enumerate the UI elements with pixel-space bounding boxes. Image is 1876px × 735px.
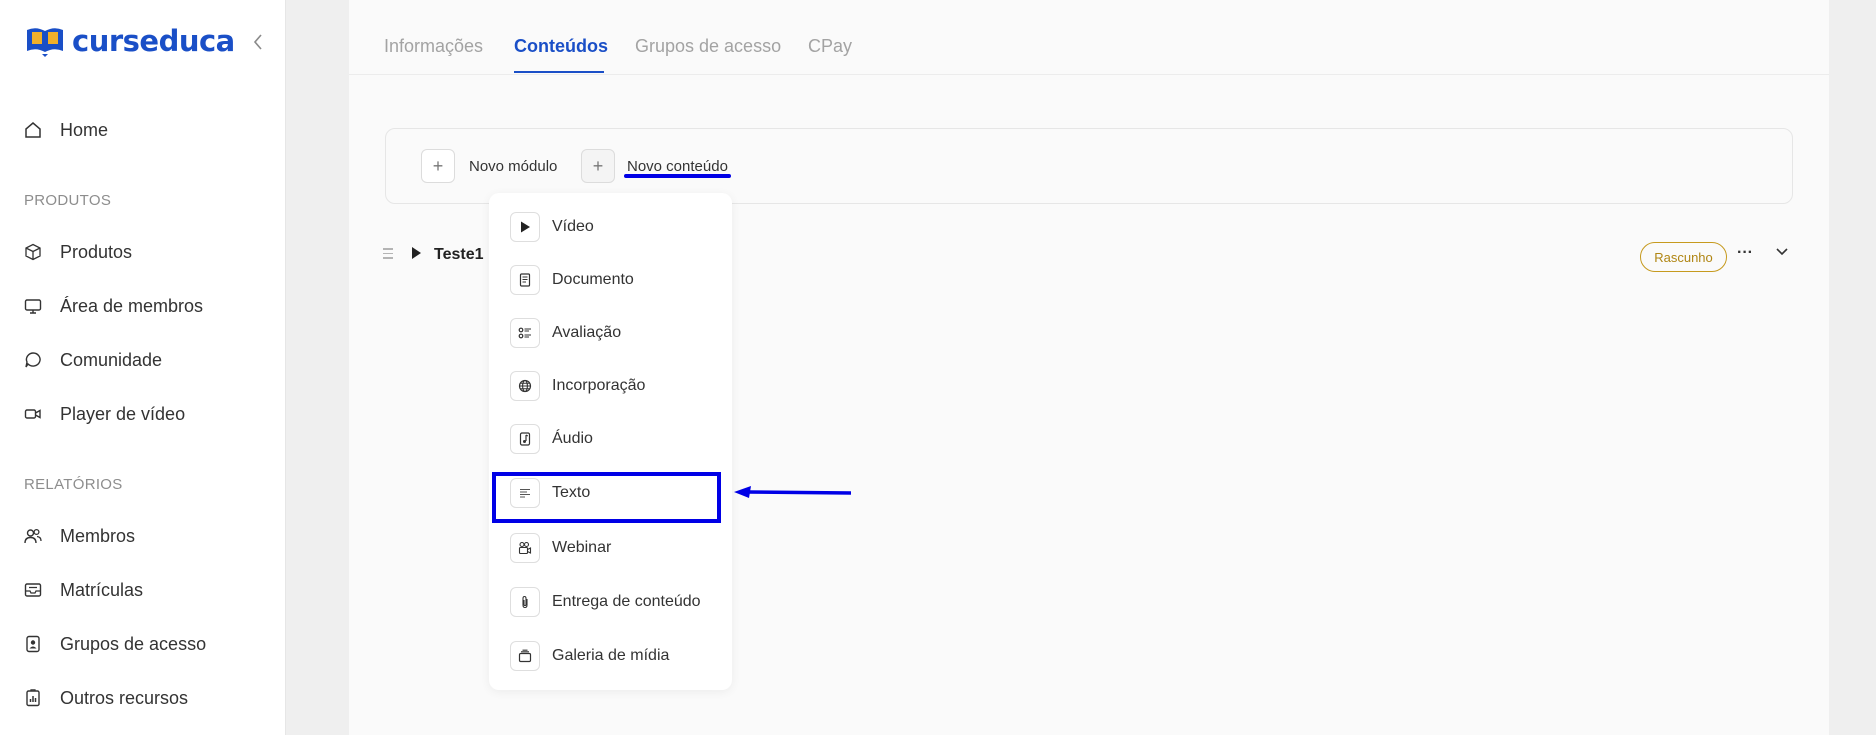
gallery-icon [510, 641, 540, 671]
tab-cpay[interactable]: CPay [808, 36, 852, 57]
sidebar-item-comunidade[interactable]: Comunidade [24, 345, 162, 375]
monitor-icon [24, 299, 42, 314]
active-tab-indicator [514, 71, 604, 73]
sidebar-item-label: Produtos [60, 241, 133, 262]
sidebar-item-membros[interactable]: Membros [24, 521, 135, 551]
webinar-camera-icon [510, 533, 540, 563]
menu-item-documento[interactable]: Documento [510, 263, 715, 297]
menu-item-label: Webinar [552, 539, 612, 556]
sidebar-item-label: Área de membros [60, 295, 204, 316]
play-icon [510, 212, 540, 242]
inbox-icon [24, 583, 42, 597]
sidebar-item-label: Comunidade [60, 349, 163, 370]
annotation-underline [624, 174, 731, 178]
sidebar-item-matriculas[interactable]: Matrículas [24, 575, 143, 605]
checklist-icon [510, 318, 540, 348]
annotation-arrow-icon [734, 486, 852, 498]
chevron-left-icon [253, 34, 262, 50]
open-book-icon [27, 28, 63, 57]
caret-right-icon[interactable] [410, 246, 422, 260]
menu-item-label: Avaliação [552, 324, 622, 341]
tab-informacoes[interactable]: Informações [384, 36, 483, 57]
sidebar-item-player-de-video[interactable]: Player de vídeo [24, 399, 185, 429]
sidebar-item-label: Outros recursos [60, 687, 189, 708]
menu-item-label: Texto [552, 484, 591, 501]
new-content-plus-button[interactable]: + [581, 149, 615, 183]
sidebar-item-home[interactable]: Home [24, 115, 108, 145]
tab-bar: Informações Conteúdos Grupos de acesso C… [349, 0, 1829, 75]
chevron-down-icon[interactable] [1775, 246, 1789, 258]
menu-item-label: Documento [552, 271, 634, 288]
chat-icon [25, 352, 41, 368]
sidebar-item-label: Matrículas [60, 579, 144, 600]
sidebar-item-outros-recursos[interactable]: Outros recursos [24, 683, 188, 713]
sidebar-item-produtos[interactable]: Produtos [24, 237, 132, 267]
menu-item-label: Incorporação [552, 377, 646, 394]
tab-grupos-de-acesso[interactable]: Grupos de acesso [635, 36, 781, 57]
collapse-sidebar-button[interactable] [248, 30, 268, 54]
section-label-relatorios: RELATÓRIOS [24, 476, 123, 493]
menu-item-avaliacao[interactable]: Avaliação [510, 316, 715, 350]
box-icon [25, 243, 41, 261]
document-icon [510, 265, 540, 295]
new-content-dropdown: Vídeo Documento Avaliação Incorporação Á… [489, 193, 732, 690]
menu-item-label: Galeria de mídia [552, 647, 670, 664]
menu-item-label: Entrega de conteúdo [552, 593, 701, 610]
status-badge: Rascunho [1640, 242, 1727, 272]
menu-item-webinar[interactable]: Webinar [510, 531, 715, 565]
menu-item-video[interactable]: Vídeo [510, 210, 715, 244]
sidebar-item-area-de-membros[interactable]: Área de membros [24, 291, 203, 321]
sidebar-item-label: Home [60, 119, 109, 140]
globe-icon [510, 371, 540, 401]
menu-item-texto[interactable]: Texto [510, 476, 715, 510]
tab-conteudos[interactable]: Conteúdos [514, 36, 608, 57]
menu-item-galeria-de-midia[interactable]: Galeria de mídia [510, 639, 715, 673]
menu-item-label: Áudio [552, 430, 593, 447]
users-icon [24, 528, 42, 544]
drag-handle-icon[interactable] [383, 248, 393, 260]
text-lines-icon [510, 478, 540, 508]
music-note-icon [510, 424, 540, 454]
sidebar-item-label: Grupos de acesso [60, 633, 207, 654]
more-options-button[interactable]: ··· [1737, 244, 1753, 262]
section-label-produtos: PRODUTOS [24, 192, 112, 209]
badge-icon [26, 635, 40, 653]
menu-item-entrega-de-conteudo[interactable]: Entrega de conteúdo [510, 585, 715, 619]
sidebar-item-label: Player de vídeo [60, 403, 186, 424]
menu-item-incorporacao[interactable]: Incorporação [510, 369, 715, 403]
video-camera-icon [24, 409, 41, 419]
menu-item-label: Vídeo [552, 218, 594, 235]
menu-item-audio[interactable]: Áudio [510, 422, 715, 456]
new-content-button[interactable]: Novo conteúdo [627, 158, 728, 175]
brand-logo[interactable]: curseduca [24, 24, 235, 58]
new-module-plus-button[interactable]: + [421, 149, 455, 183]
module-title: Teste1 [434, 246, 484, 263]
brand-name: curseduca [72, 24, 235, 58]
new-module-button[interactable]: Novo módulo [469, 158, 557, 175]
paperclip-icon [510, 587, 540, 617]
home-icon [25, 122, 41, 138]
sidebar-item-label: Membros [60, 525, 136, 546]
sidebar-item-grupos-de-acesso[interactable]: Grupos de acesso [24, 629, 206, 659]
sidebar: curseduca Home PRODUTOS Produtos Área de… [0, 0, 286, 735]
report-icon [26, 689, 40, 707]
